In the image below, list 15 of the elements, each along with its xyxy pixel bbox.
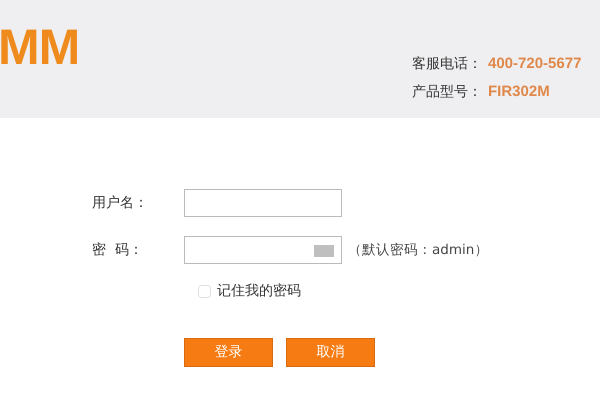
keyboard-icon[interactable] [314, 245, 334, 257]
password-hint: （默认密码：admin） [348, 240, 488, 260]
logo: MM [0, 22, 80, 72]
info-value: FIR302M [488, 83, 550, 100]
cancel-button[interactable]: 取消 [286, 338, 375, 367]
input-field[interactable] [184, 189, 342, 217]
field-label: 用户名： [92, 194, 149, 212]
checkbox-label: 记住我的密码 [217, 282, 301, 301]
info-label: 客服电话： [412, 56, 482, 72]
info-value: 400-720-5677 [488, 55, 582, 72]
info-label: 产品型号： [412, 84, 482, 100]
checkbox[interactable] [198, 285, 211, 298]
input-field[interactable] [184, 236, 342, 264]
login-button[interactable]: 登录 [184, 338, 273, 367]
field-label: 密 码： [92, 240, 144, 260]
